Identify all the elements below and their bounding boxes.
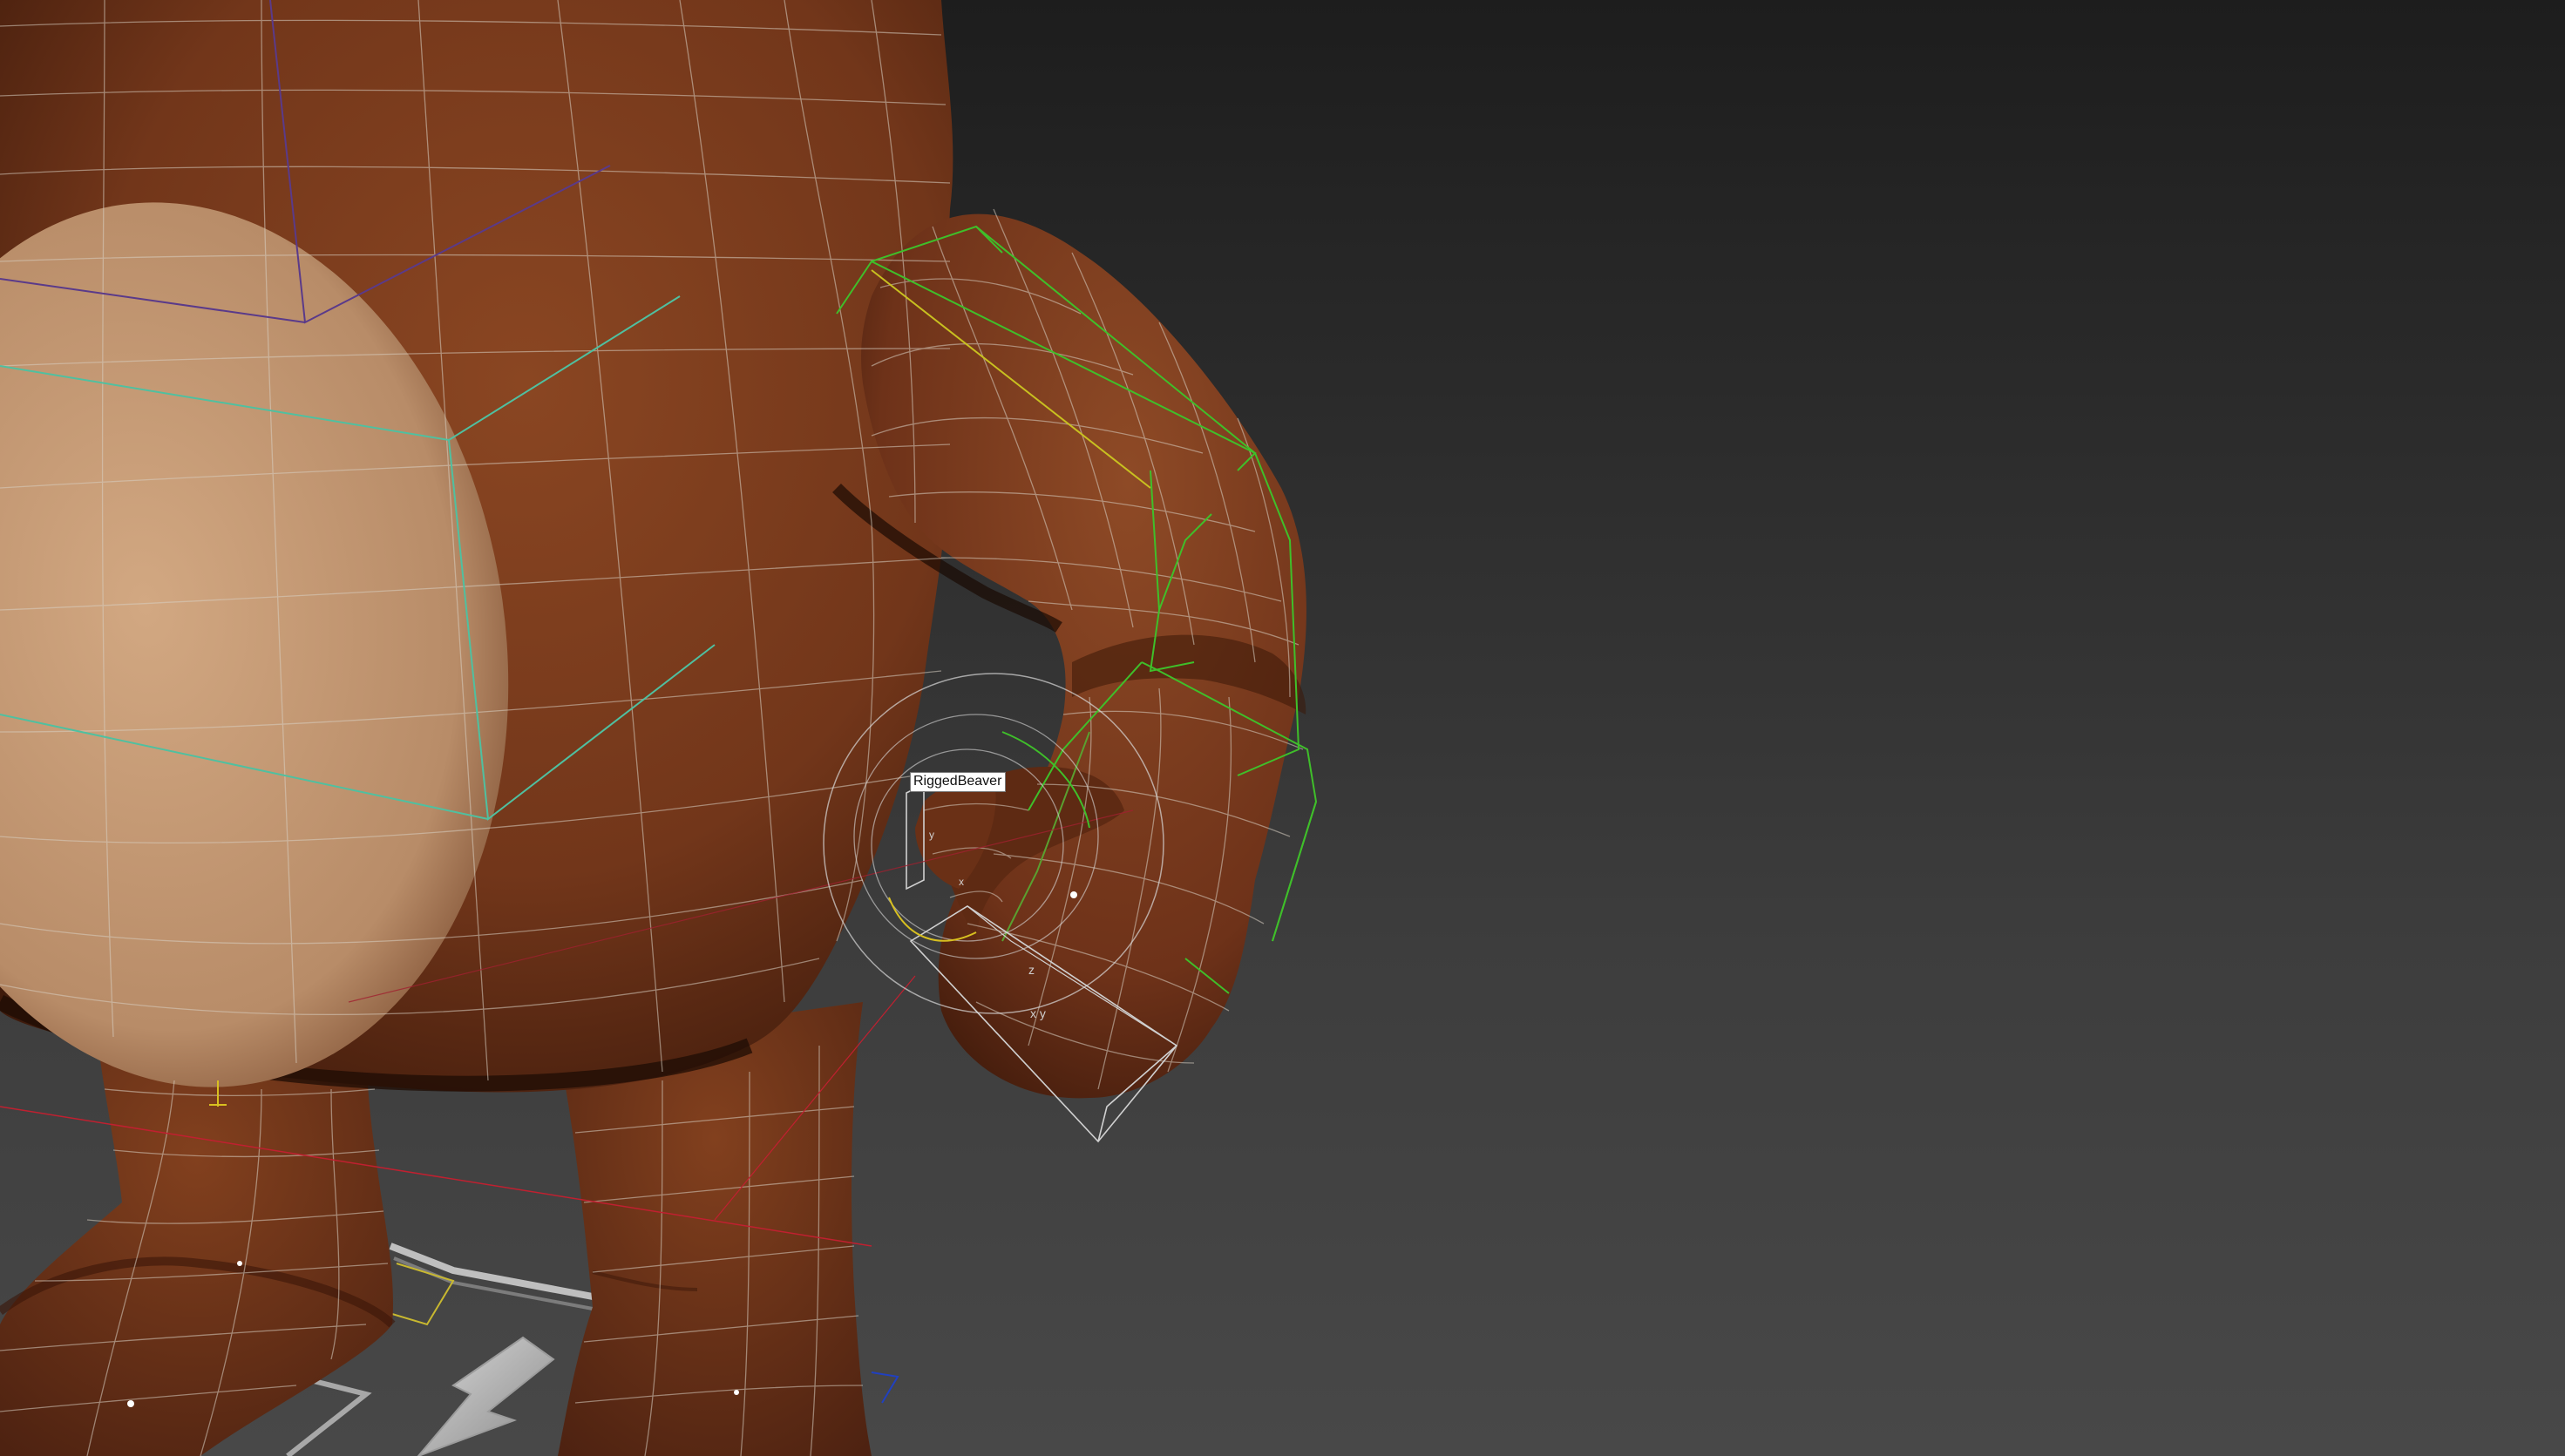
svg-text:y: y [929, 829, 934, 841]
scene-canvas[interactable]: z x y x y [0, 0, 2565, 1456]
svg-text:x y: x y [1030, 1006, 1046, 1020]
svg-text:x: x [959, 876, 964, 888]
svg-text:z: z [1028, 963, 1035, 977]
move-arrow-icon [417, 1336, 555, 1456]
3d-viewport[interactable]: z x y x y RiggedBeaver [0, 0, 2565, 1456]
object-name-tooltip: RiggedBeaver [910, 772, 1007, 792]
